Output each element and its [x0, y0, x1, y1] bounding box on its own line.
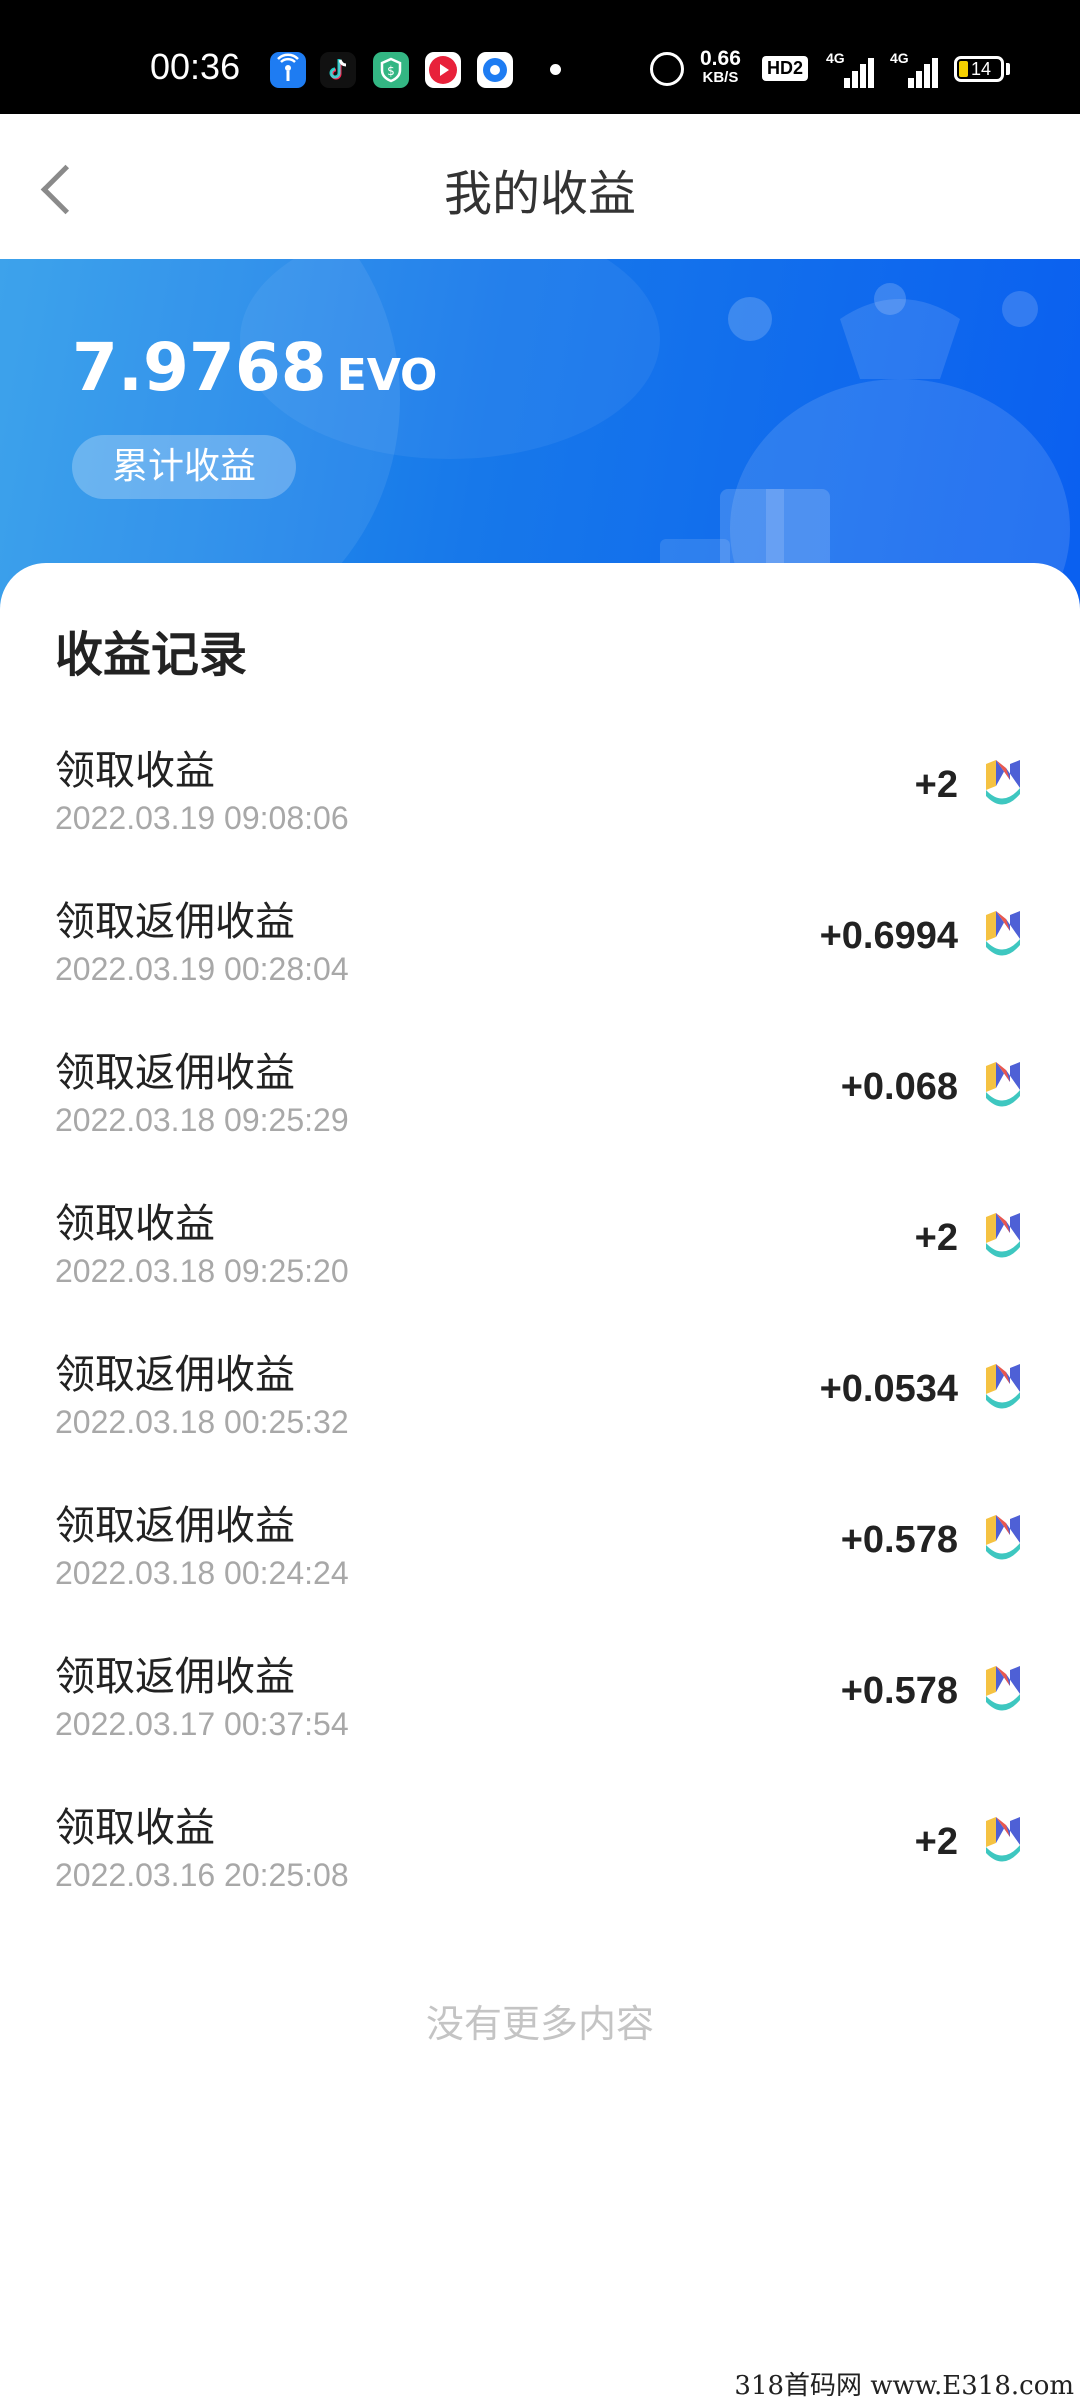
battery-icon: 14: [954, 56, 1004, 82]
wifi-hotspot-app-icon: [270, 52, 306, 88]
record-amount: +2: [914, 764, 958, 806]
alarm-icon: [650, 52, 684, 86]
record-label: 领取收益: [55, 748, 215, 794]
record-row: 领取返佣收益 2022.03.18 00:24:24 +0.578: [0, 1493, 1080, 1643]
page-title: 我的收益: [443, 166, 636, 222]
battery-level: 14: [971, 59, 992, 79]
blue-circle-app-icon: [477, 52, 513, 88]
evo-token-icon: [982, 1362, 1024, 1410]
signal-2-label: 4G: [890, 50, 909, 66]
svg-text:$: $: [387, 64, 395, 78]
record-date: 2022.03.19 00:28:04: [55, 951, 349, 987]
record-row: 领取返佣收益 2022.03.18 00:25:32 +0.0534: [0, 1342, 1080, 1492]
record-date: 2022.03.17 00:37:54: [55, 1706, 349, 1742]
total-earnings: 7.9768 EVO: [72, 329, 437, 406]
evo-token-icon: [982, 1815, 1024, 1863]
record-label: 领取收益: [55, 1201, 215, 1247]
record-row: 领取收益 2022.03.19 09:08:06 +2: [0, 738, 1080, 888]
record-label: 领取返佣收益: [55, 1050, 295, 1096]
record-date: 2022.03.18 00:24:24: [55, 1555, 349, 1591]
record-date: 2022.03.16 20:25:08: [55, 1857, 349, 1893]
record-amount: +0.6994: [819, 915, 958, 957]
network-speed-value: 0.66: [700, 47, 741, 70]
record-amount: +2: [914, 1217, 958, 1259]
tiktok-app-icon: [320, 52, 356, 88]
signal-icon-2: 4G: [890, 50, 938, 88]
record-date: 2022.03.19 09:08:06: [55, 800, 349, 836]
total-earnings-amount: 7.9768: [72, 329, 327, 406]
section-title: 收益记录: [55, 627, 248, 683]
record-label: 领取收益: [55, 1805, 215, 1851]
app-header: 我的收益: [0, 114, 1080, 259]
evo-token-icon: [982, 1211, 1024, 1259]
evo-token-icon: [982, 1513, 1024, 1561]
record-label: 领取返佣收益: [55, 899, 295, 945]
record-date: 2022.03.18 00:25:32: [55, 1404, 349, 1440]
record-date: 2022.03.18 09:25:20: [55, 1253, 349, 1289]
evo-token-icon: [982, 1060, 1024, 1108]
hd-voice-icon: HD2: [762, 56, 809, 81]
record-amount: +0.0534: [819, 1368, 958, 1410]
status-bar: 00:36 $ 0.66 KB/S HD2 4G 4G 14: [0, 0, 1080, 114]
red-play-app-icon: [425, 52, 461, 88]
evo-token-icon: [982, 758, 1024, 806]
record-row: 领取收益 2022.03.16 20:25:08 +2: [0, 1795, 1080, 1945]
record-date: 2022.03.18 09:25:29: [55, 1102, 349, 1138]
no-more-content: 没有更多内容: [425, 2002, 654, 2046]
network-speed: 0.66 KB/S: [700, 48, 741, 86]
evo-token-icon: [982, 909, 1024, 957]
evo-token-icon: [982, 1664, 1024, 1712]
status-time: 00:36: [150, 46, 241, 87]
record-row: 领取返佣收益 2022.03.18 09:25:29 +0.068: [0, 1040, 1080, 1190]
signal-icon-1: 4G: [826, 50, 874, 88]
record-row: 领取收益 2022.03.18 09:25:20 +2: [0, 1191, 1080, 1341]
cumulative-earnings-badge: 累计收益: [72, 435, 296, 499]
signal-1-label: 4G: [826, 50, 845, 66]
record-amount: +0.578: [840, 1519, 958, 1561]
record-label: 领取返佣收益: [55, 1654, 295, 1700]
record-row: 领取返佣收益 2022.03.17 00:37:54 +0.578: [0, 1644, 1080, 1794]
record-amount: +0.068: [840, 1066, 958, 1108]
record-label: 领取返佣收益: [55, 1503, 295, 1549]
earnings-records-card: 收益记录 领取收益 2022.03.19 09:08:06 +2 领取返佣收益 2022…: [0, 563, 1080, 2400]
record-label: 领取返佣收益: [55, 1352, 295, 1398]
total-earnings-unit: EVO: [336, 350, 438, 401]
notification-dot: [550, 64, 561, 75]
network-speed-unit: KB/S: [702, 69, 739, 86]
record-amount: +2: [914, 1821, 958, 1863]
record-amount: +0.578: [840, 1670, 958, 1712]
green-shield-app-icon: $: [373, 52, 409, 88]
watermark: 318首码网 www.E318.com: [734, 2371, 1074, 2401]
record-row: 领取返佣收益 2022.03.19 00:28:04 +0.6994: [0, 889, 1080, 1039]
